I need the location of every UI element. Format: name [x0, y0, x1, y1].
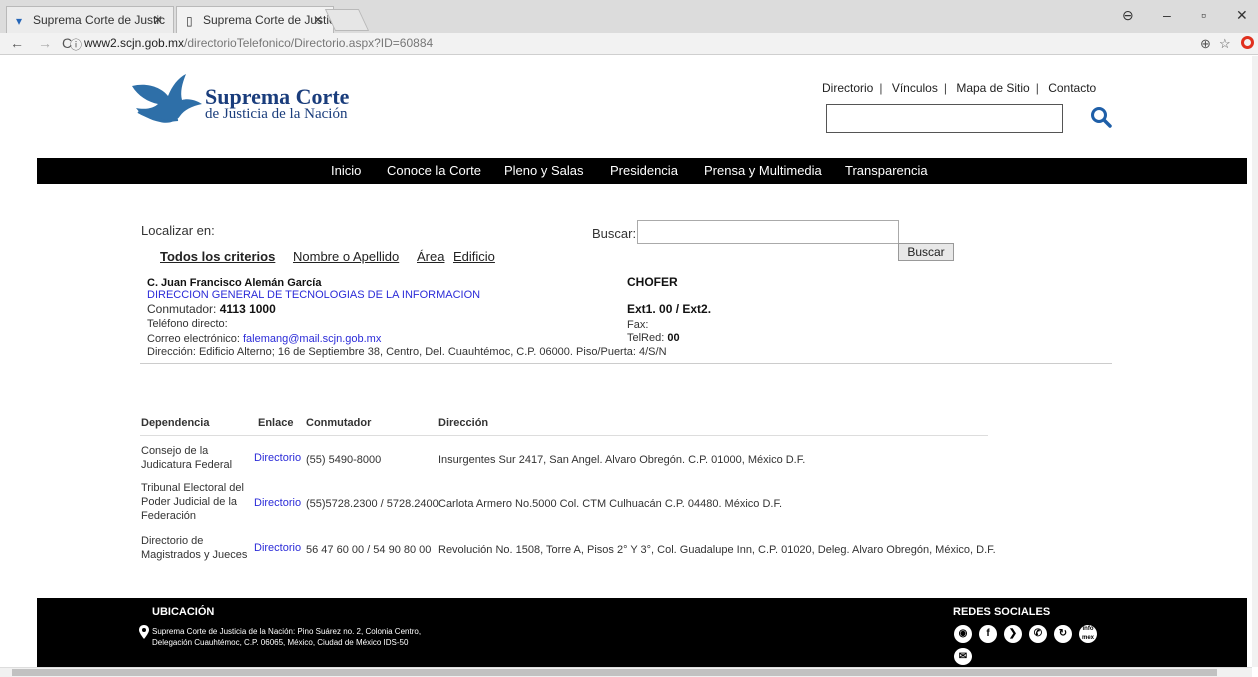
- ubicacion-title: UBICACIÓN: [152, 606, 215, 618]
- buscar-label: Buscar:: [592, 226, 637, 241]
- row2-direccion: Carlota Armero No.5000 Col. CTM Culhuacá…: [438, 498, 783, 510]
- direccion-text: Dirección: Edificio Alterno; 16 de Septi…: [147, 346, 667, 358]
- row2-enlace[interactable]: Directorio: [254, 496, 301, 510]
- divider: [140, 363, 1112, 364]
- th-direccion: Dirección: [438, 417, 489, 429]
- url-field[interactable]: www2.scjn.gob.mx/directorioTelefonico/Di…: [84, 36, 433, 50]
- maximize-icon[interactable]: ▫: [1201, 7, 1206, 23]
- table-header-divider: [140, 435, 988, 436]
- url-path: /directorioTelefonico/Directorio.aspx?ID…: [184, 36, 434, 50]
- row1-enlace[interactable]: Directorio: [254, 451, 301, 465]
- location-pin-icon: [139, 625, 149, 639]
- browser-tab[interactable]: ▾ Suprema Corte de Justic ✕: [6, 6, 174, 33]
- info-icon[interactable]: ⓘ: [70, 36, 82, 53]
- nav-prensa-y-multimedia[interactable]: Prensa y Multimedia: [704, 163, 822, 178]
- address-bar: ← → C ⓘ www2.scjn.gob.mx/directorioTelef…: [0, 33, 1258, 55]
- criteria-nombre[interactable]: Nombre o Apellido: [293, 249, 399, 264]
- correo-row: Correo electrónico: falemang@mail.scjn.g…: [147, 333, 381, 345]
- row1-conmutador: (55) 5490-8000: [306, 454, 382, 466]
- page-icon: ▯: [186, 14, 193, 28]
- row2-dependencia: Tribunal Electoral del Poder Judicial de…: [141, 482, 244, 522]
- row3-direccion: Revolución No. 1508, Torre A, Pisos 2° Y…: [438, 544, 996, 556]
- fax-label: Fax:: [627, 319, 649, 331]
- profile-icon[interactable]: ⊖: [1122, 7, 1134, 24]
- redes-title: REDES SOCIALES: [953, 606, 1051, 618]
- buscar-input[interactable]: [637, 220, 899, 244]
- row3-enlace[interactable]: Directorio: [254, 541, 301, 555]
- telred-label: TelRed:: [627, 332, 665, 344]
- directorio-link[interactable]: Directorio: [254, 497, 301, 509]
- criteria-todos[interactable]: Todos los criterios: [160, 249, 275, 264]
- th-conmutador: Conmutador: [306, 417, 372, 429]
- mail-icon[interactable]: ✉: [954, 648, 972, 665]
- tab-title: Suprema Corte de Justic: [33, 13, 166, 27]
- browser-tab-active[interactable]: ▯ Suprema Corte de Justic ✕: [176, 6, 334, 33]
- scjn-favicon-icon: ▾: [16, 14, 23, 28]
- close-tab-icon[interactable]: ✕: [153, 13, 163, 27]
- footer-address: Suprema Corte de Justicia de la Nación: …: [152, 627, 422, 647]
- row1-direccion: Insurgentes Sur 2417, San Angel. Alvaro …: [438, 454, 806, 466]
- directorio-link[interactable]: Directorio: [254, 542, 301, 554]
- back-icon[interactable]: ←: [10, 35, 24, 51]
- nav-presidencia[interactable]: Presidencia: [610, 163, 678, 178]
- url-host: www2.scjn.gob.mx: [84, 36, 185, 50]
- zoom-icon[interactable]: ⊕: [1200, 36, 1211, 52]
- directorio-link[interactable]: Directorio: [254, 452, 301, 464]
- minimize-icon[interactable]: –: [1163, 7, 1171, 23]
- scjn-eagle-logo-icon: [132, 74, 202, 123]
- twitter-icon[interactable]: ❯: [1004, 625, 1022, 643]
- nav-inicio[interactable]: Inicio: [331, 163, 361, 178]
- refresh-icon[interactable]: ↻: [1054, 625, 1072, 643]
- row3-dependencia: Directorio de Magistrados y Jueces: [141, 535, 248, 561]
- facebook-icon[interactable]: f: [979, 625, 997, 643]
- opera-icon[interactable]: [1241, 36, 1254, 49]
- buscar-button[interactable]: Buscar: [898, 243, 954, 261]
- localizar-label: Localizar en:: [141, 223, 215, 238]
- podcast-icon[interactable]: ◉: [954, 625, 972, 643]
- link-contacto[interactable]: Contacto: [1048, 81, 1096, 95]
- close-tab-icon[interactable]: ✕: [313, 13, 323, 27]
- person-area-link[interactable]: DIRECCION GENERAL DE TECNOLOGIAS DE LA I…: [147, 289, 480, 301]
- logo-subtitle[interactable]: de Justicia de la Nación: [205, 106, 347, 123]
- link-mapa-de-sitio[interactable]: Mapa de Sitio: [956, 81, 1029, 95]
- horizontal-scrollbar-thumb[interactable]: [12, 669, 1217, 676]
- phone-icon[interactable]: ✆: [1029, 625, 1047, 643]
- nav-pleno-y-salas[interactable]: Pleno y Salas: [504, 163, 584, 178]
- browser-tab-bar: ▾ Suprema Corte de Justic ✕ ▯ Suprema Co…: [0, 0, 1258, 33]
- infomex-icon[interactable]: info mex: [1079, 625, 1097, 643]
- vertical-scrollbar[interactable]: [1252, 56, 1258, 667]
- link-vinculos[interactable]: Vínculos: [892, 81, 938, 95]
- telred-row: TelRed: 00: [627, 332, 680, 344]
- conmutador-row: Conmutador: 4113 1000: [147, 302, 276, 316]
- conmutador-label: Conmutador:: [147, 302, 217, 316]
- footer: UBICACIÓN Suprema Corte de Justicia de l…: [37, 598, 1247, 667]
- conmutador-value: 4113 1000: [219, 302, 276, 316]
- correo-link[interactable]: falemang@mail.scjn.gob.mx: [243, 333, 381, 345]
- search-icon[interactable]: [1090, 106, 1112, 128]
- th-dependencia: Dependencia: [141, 417, 210, 429]
- puesto: CHOFER: [627, 275, 678, 289]
- site-search-input[interactable]: [826, 104, 1063, 133]
- telred-value: 00: [667, 332, 680, 344]
- area-link[interactable]: DIRECCION GENERAL DE TECNOLOGIAS DE LA I…: [147, 289, 480, 301]
- telefono-directo-label: Teléfono directo:: [147, 318, 228, 330]
- link-directorio[interactable]: Directorio: [822, 81, 873, 95]
- th-enlace: Enlace: [258, 417, 294, 429]
- criteria-edificio[interactable]: Edificio: [453, 249, 495, 264]
- extensions: Ext1. 00 / Ext2.: [627, 302, 712, 316]
- nav-transparencia[interactable]: Transparencia: [845, 163, 928, 178]
- row1-dependencia: Consejo de la Judicatura Federal: [141, 445, 233, 471]
- forward-icon[interactable]: →: [38, 35, 52, 51]
- window-close-icon[interactable]: ✕: [1236, 7, 1248, 24]
- nav-conoce-la-corte[interactable]: Conoce la Corte: [387, 163, 481, 178]
- row3-conmutador: 56 47 60 00 / 54 90 80 00: [306, 544, 432, 556]
- main-navigation: Inicio Conoce la Corte Pleno y Salas Pre…: [37, 158, 1247, 184]
- person-name: C. Juan Francisco Alemán García: [147, 277, 322, 289]
- header-links: Directorio | Vínculos | Mapa de Sitio | Con…: [822, 81, 1097, 95]
- criteria-area[interactable]: Área: [417, 249, 444, 264]
- correo-label: Correo electrónico:: [147, 333, 240, 345]
- bookmark-star-icon[interactable]: ☆: [1219, 36, 1231, 52]
- row2-conmutador: (55)5728.2300 / 5728.2400: [306, 498, 439, 510]
